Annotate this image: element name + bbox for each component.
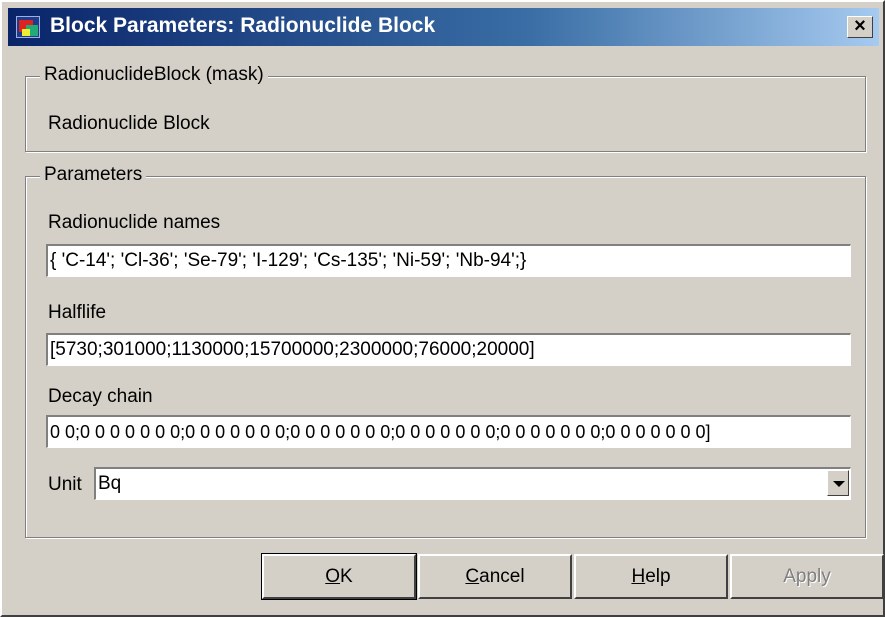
decay-chain-input[interactable]: 0 0;0 0 0 0 0 0 0;0 0 0 0 0 0 0;0 0 0 0 … bbox=[45, 414, 852, 449]
close-icon: × bbox=[854, 15, 866, 37]
window-title: Block Parameters: Radionuclide Block bbox=[50, 14, 436, 37]
dialog-window: Block Parameters: Radionuclide Block × R… bbox=[0, 0, 885, 617]
title-bar[interactable]: Block Parameters: Radionuclide Block × bbox=[8, 8, 879, 46]
decay-chain-label: Decay chain bbox=[48, 386, 153, 407]
mask-groupbox: RadionuclideBlock (mask) Radionuclide Bl… bbox=[25, 64, 866, 152]
help-button[interactable]: Help bbox=[574, 554, 728, 599]
ok-button[interactable]: OK bbox=[261, 553, 417, 600]
mask-description: Radionuclide Block bbox=[48, 113, 210, 134]
halflife-input[interactable]: [5730;301000;1130000;15700000;2300000;76… bbox=[45, 332, 852, 367]
apply-button[interactable]: Apply bbox=[730, 554, 884, 599]
cancel-button[interactable]: Cancel bbox=[418, 554, 572, 599]
radionuclide-names-input[interactable]: { 'C-14'; 'Cl-36'; 'Se-79'; 'I-129'; 'Cs… bbox=[45, 243, 852, 278]
unit-selected-value: Bq bbox=[98, 473, 122, 494]
parameters-group-title: Parameters bbox=[40, 164, 147, 186]
close-button[interactable]: × bbox=[847, 16, 873, 38]
unit-select[interactable]: Bq bbox=[93, 466, 852, 501]
simulink-app-icon bbox=[16, 16, 40, 38]
halflife-label: Halflife bbox=[48, 302, 107, 323]
radionuclide-names-label: Radionuclide names bbox=[48, 212, 221, 233]
chevron-down-icon[interactable] bbox=[827, 470, 849, 496]
unit-label: Unit bbox=[48, 474, 82, 495]
mask-group-title: RadionuclideBlock (mask) bbox=[40, 64, 268, 86]
